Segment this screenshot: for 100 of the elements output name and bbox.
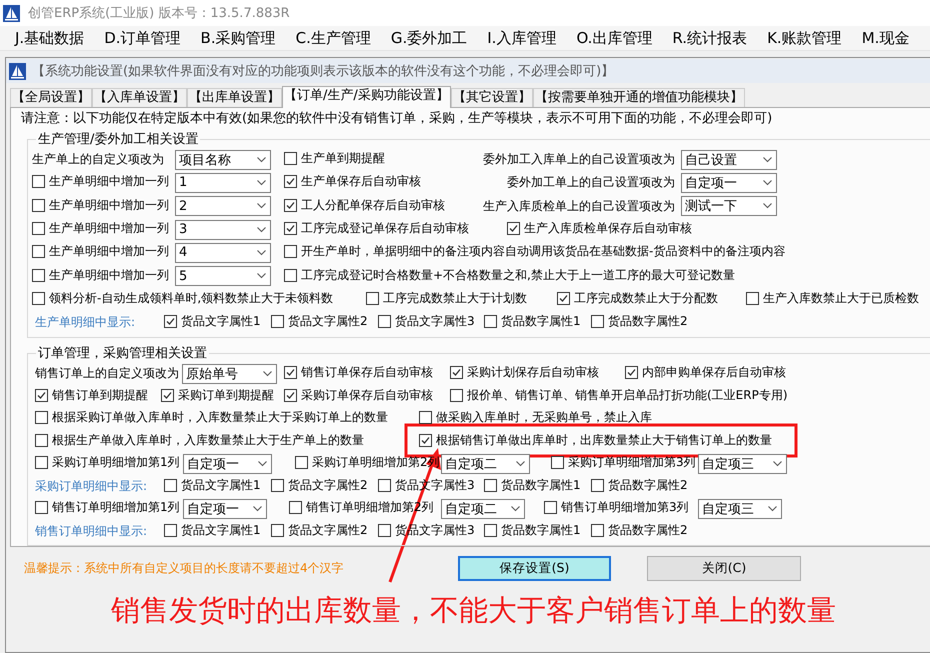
menu-item[interactable]: G.委外加工	[388, 28, 470, 48]
checkbox[interactable]: 货品文字属性3	[378, 313, 475, 330]
checkbox[interactable]: 货品文字属性2	[271, 522, 368, 539]
section-label: 生产单明细中显示:	[35, 314, 136, 332]
checkbox[interactable]: 货品文字属性2	[271, 313, 368, 330]
field-label: 委外加工入库单上的自己设置项改为	[483, 151, 675, 168]
section-label: 销售订单明细中显示:	[35, 522, 148, 540]
checkbox[interactable]: 工序完成登记单保存后自动审核	[284, 220, 469, 238]
button[interactable]: 关闭(C)	[647, 556, 801, 580]
checkbox[interactable]: 工人分配单保存后自动审核	[284, 196, 445, 214]
dropdown[interactable]: 自定项二	[441, 454, 530, 474]
chevron-down-icon	[763, 156, 772, 163]
annotation-text: 销售发货时的出库数量，不能大于客户销售订单上的数量	[110, 592, 837, 629]
checkbox[interactable]: 货品数字属性2	[591, 476, 688, 494]
checkbox[interactable]: 货品文字属性1	[164, 313, 261, 330]
checkbox[interactable]: 做采购入库单时，无采购单号，禁止入库	[419, 409, 652, 426]
dropdown[interactable]: 自定项一	[681, 172, 777, 193]
chevron-down-icon	[763, 180, 772, 186]
checkbox[interactable]: 生产入库数禁止大于已质检数	[746, 290, 919, 307]
checkbox[interactable]: 根据销售订单做出库单时，出库数量禁止大于销售订单上的数量	[419, 432, 772, 449]
checkbox[interactable]: 生产单明细中增加一列	[32, 196, 169, 214]
checkbox[interactable]: 货品数字属性1	[484, 522, 581, 539]
tab[interactable]: 【其它设置】	[450, 88, 533, 107]
dropdown[interactable]: 1	[175, 172, 271, 193]
dropdown[interactable]: 自定项一	[183, 498, 267, 519]
menu-item[interactable]: M.现金	[858, 28, 912, 48]
tip-text: 温馨提示：系统中所有自定义项目的长度请不要超过4个汉字	[24, 560, 345, 576]
chevron-down-icon	[763, 203, 772, 210]
notice-text: 请注意：以下功能仅在特定版本中有效(如果您的软件中没有销售订单，采购，生产等模块，表示不可用下面的功能，不必理会即可)	[21, 110, 774, 127]
checkbox[interactable]: 生产单保存后自动审核	[284, 173, 421, 190]
dropdown[interactable]: 测试一下	[681, 196, 777, 216]
menu-item[interactable]: K.账款管理	[764, 28, 845, 48]
dropdown[interactable]: 3	[175, 220, 271, 240]
checkbox[interactable]: 生产单到期提醒	[284, 150, 385, 168]
checkbox[interactable]: 开生产单时，单据明细中的备注项内容自动调用该货品在基础数据-货品资料中的备注项内容	[284, 243, 786, 260]
chevron-down-icon	[257, 250, 266, 256]
chevron-down-icon	[257, 180, 266, 186]
menu-item[interactable]: C.生产管理	[292, 28, 374, 48]
chevron-down-icon	[253, 506, 262, 512]
menu-item[interactable]: J.基础数据	[12, 28, 88, 48]
dropdown[interactable]: 5	[175, 266, 271, 286]
checkbox[interactable]: 工序完成数禁止大于计划数	[366, 290, 527, 307]
checkbox[interactable]: 领料分析-自动生成领料单时,领料数禁止大于未领料数	[32, 290, 334, 307]
dropdown[interactable]: 自定项二	[441, 498, 525, 519]
checkbox[interactable]: 采购订单明细增加第1列	[35, 454, 180, 472]
dropdown[interactable]: 自定项三	[698, 498, 782, 519]
checkbox[interactable]: 采购计划保存后自动审核	[450, 364, 599, 382]
tab[interactable]: 【入库单设置】	[92, 88, 187, 107]
button[interactable]: 保存设置(S)	[458, 556, 611, 580]
checkbox[interactable]: 货品文字属性2	[271, 476, 368, 494]
menu-item[interactable]: O.出库管理	[573, 28, 656, 48]
checkbox[interactable]: 生产入库质检单保存后自动审核	[507, 220, 692, 238]
chevron-down-icon	[511, 506, 520, 512]
chevron-down-icon	[263, 370, 272, 377]
checkbox[interactable]: 内部申购单保存后自动审核	[625, 364, 786, 382]
checkbox[interactable]: 生产单明细中增加一列	[32, 220, 169, 238]
checkbox[interactable]: 根据生产单做入库单时，入库数量禁止大于生产单上的数量	[35, 432, 364, 449]
chevron-down-icon	[257, 203, 266, 210]
menu-item[interactable]: R.统计报表	[669, 28, 750, 48]
dropdown[interactable]: 4	[175, 242, 271, 263]
chevron-down-icon	[516, 460, 525, 467]
dropdown[interactable]: 项目名称	[175, 150, 271, 170]
dropdown[interactable]: 2	[175, 196, 271, 216]
checkbox[interactable]: 生产单明细中增加一列	[32, 266, 169, 284]
section-label: 采购订单明细中显示:	[35, 478, 148, 495]
tab[interactable]: 【全局设置】	[10, 88, 92, 107]
checkbox[interactable]: 生产单明细中增加一列	[32, 173, 169, 190]
tab[interactable]: 【按需要单独开通的增值功能模块】	[532, 88, 745, 107]
dropdown[interactable]: 自己设置	[681, 150, 777, 170]
menu-item[interactable]: B.采购管理	[198, 28, 279, 48]
checkbox[interactable]: 销售订单保存后自动审核	[284, 364, 433, 382]
tab[interactable]: 【出库单设置】	[187, 88, 282, 107]
checkbox[interactable]: 货品文字属性1	[164, 476, 261, 494]
field-label: 销售订单上的自定义项改为	[35, 365, 179, 382]
checkbox[interactable]: 采购订单到期提醒	[161, 386, 274, 404]
checkbox[interactable]: 货品数字属性1	[484, 476, 581, 494]
checkbox[interactable]: 销售订单明细增加第3列	[544, 499, 689, 516]
checkbox[interactable]: 报价单、销售订单、销售单开启单品打折功能(工业ERP专用)	[450, 386, 788, 404]
app-logo-icon	[3, 4, 20, 22]
checkbox[interactable]: 货品文字属性1	[164, 522, 261, 539]
checkbox[interactable]: 生产单明细中增加一列	[32, 243, 169, 260]
checkbox[interactable]: 货品数字属性2	[591, 313, 688, 330]
checkbox[interactable]: 销售订单到期提醒	[35, 386, 148, 404]
dropdown[interactable]: 自定项一	[183, 454, 272, 474]
chevron-down-icon	[257, 226, 266, 233]
dropdown[interactable]: 自定项三	[698, 454, 787, 474]
checkbox[interactable]: 货品数字属性1	[484, 313, 581, 330]
checkbox[interactable]: 工序完成登记时合格数量+不合格数量之和,禁止大于上一道工序的最大可登记数量	[284, 266, 735, 284]
tab[interactable]: 【订单/生产/采购功能设置】	[282, 86, 451, 108]
app-logo-icon	[9, 62, 26, 80]
dropdown[interactable]: 原始单号	[182, 364, 277, 384]
checkbox[interactable]: 采购订单明细增加第3列	[551, 454, 696, 472]
checkbox[interactable]: 货品数字属性2	[591, 522, 688, 539]
menu-item[interactable]: I.入库管理	[484, 28, 560, 48]
checkbox[interactable]: 采购订单明细增加第2列	[295, 454, 440, 472]
checkbox[interactable]: 工序完成数禁止大于分配数	[557, 290, 718, 307]
menu-item[interactable]: D.订单管理	[101, 28, 184, 48]
checkbox[interactable]: 根据采购订单做入库单时，入库数量禁止大于采购订单上的数量	[35, 409, 388, 426]
checkbox[interactable]: 采购订单保存后自动审核	[284, 386, 433, 404]
checkbox[interactable]: 销售订单明细增加第1列	[35, 499, 180, 516]
